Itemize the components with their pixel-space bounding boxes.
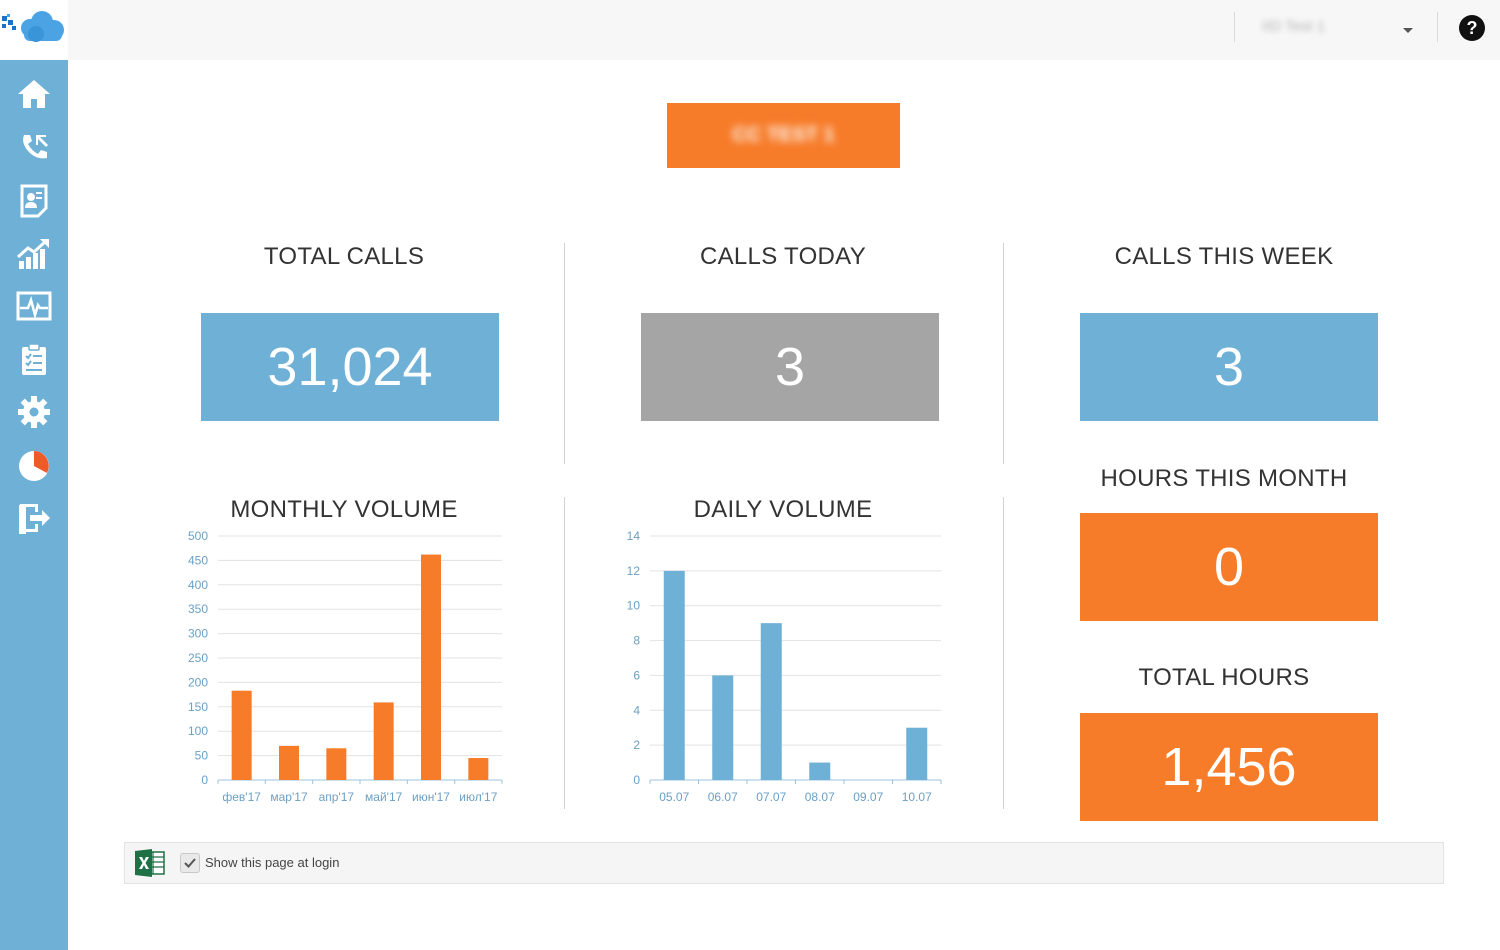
calls-today-value: 3 xyxy=(641,313,939,421)
monthly-volume-title: MONTHLY VOLUME xyxy=(230,496,458,523)
y-tick-label: 4 xyxy=(633,703,640,717)
x-tick-label: июл'17 xyxy=(459,790,497,804)
excel-export-icon[interactable] xyxy=(135,849,165,877)
y-tick-label: 50 xyxy=(195,749,209,763)
user-divider-left xyxy=(1234,12,1235,42)
x-tick-label: 10.07 xyxy=(902,790,932,804)
x-tick-label: 07.07 xyxy=(756,790,786,804)
sidebar-item-statistics[interactable] xyxy=(13,232,55,274)
top-bar: IID Test 1 ? xyxy=(0,0,1500,60)
y-tick-label: 500 xyxy=(188,529,208,543)
daily-volume-title: DAILY VOLUME xyxy=(693,496,873,523)
client-name-banner[interactable]: CC TEST 1 xyxy=(667,103,900,168)
bar[interactable] xyxy=(326,748,347,780)
bar[interactable] xyxy=(279,745,299,780)
y-tick-label: 250 xyxy=(188,651,208,665)
x-tick-label: 09.07 xyxy=(853,790,883,804)
y-tick-label: 0 xyxy=(201,773,208,787)
y-tick-label: 6 xyxy=(633,668,640,682)
y-tick-label: 350 xyxy=(188,602,208,616)
x-tick-label: 08.07 xyxy=(805,790,835,804)
bar[interactable] xyxy=(373,702,394,780)
growth-chart-icon xyxy=(16,239,49,269)
sidebar-item-contacts[interactable] xyxy=(13,179,55,221)
divider xyxy=(564,497,565,809)
total-calls-value: 31,024 xyxy=(201,313,499,421)
cloud-logo-icon xyxy=(2,11,64,42)
bar[interactable] xyxy=(421,554,441,780)
total-hours-value: 1,456 xyxy=(1080,713,1378,821)
bar[interactable] xyxy=(760,623,782,780)
logo[interactable] xyxy=(0,0,68,60)
divider xyxy=(564,243,565,464)
home-icon xyxy=(18,80,50,108)
x-tick-label: апр'17 xyxy=(319,790,355,804)
app-root: IID Test 1 ? CC TEST 1 TOTAL CALLS 31,02… xyxy=(0,0,1500,950)
bar[interactable] xyxy=(468,758,489,780)
contact-card-icon xyxy=(20,184,48,218)
phone-icon xyxy=(23,135,48,159)
checkmark-icon xyxy=(184,858,196,868)
y-tick-label: 14 xyxy=(627,529,641,543)
gear-icon xyxy=(18,396,50,428)
monthly-volume-chart: 0 50 100 150 200 250 300 350 400 450 500 фев'17 мар'… xyxy=(188,529,503,804)
help-icon[interactable]: ? xyxy=(1459,15,1485,41)
divider xyxy=(1003,497,1004,809)
bar[interactable] xyxy=(906,727,928,780)
sidebar xyxy=(0,60,68,950)
y-tick-label: 400 xyxy=(188,578,208,592)
sidebar-item-logout[interactable] xyxy=(13,497,55,539)
calls-today-label: CALLS TODAY xyxy=(699,243,867,270)
y-tick-label: 150 xyxy=(188,700,208,714)
pie-chart-icon xyxy=(19,451,49,481)
hours-this-month-label: HOURS THIS MONTH xyxy=(1100,465,1348,492)
sidebar-item-calls[interactable] xyxy=(13,126,55,168)
x-tick-label: фев'17 xyxy=(222,790,261,804)
y-tick-label: 0 xyxy=(633,773,640,787)
y-tick-label: 10 xyxy=(627,599,641,613)
pulse-icon xyxy=(16,291,52,321)
clipboard-icon xyxy=(22,343,46,375)
bar[interactable] xyxy=(712,675,734,780)
y-tick-label: 2 xyxy=(633,738,640,752)
y-tick-label: 200 xyxy=(188,675,208,689)
y-tick-label: 100 xyxy=(188,724,208,738)
bar[interactable] xyxy=(231,690,252,780)
user-name[interactable]: IID Test 1 xyxy=(1262,18,1382,35)
x-tick-label: июн'17 xyxy=(412,790,450,804)
x-tick-label: мар'17 xyxy=(270,790,308,804)
hours-this-month-value: 0 xyxy=(1080,513,1378,621)
client-name: CC TEST 1 xyxy=(732,124,835,146)
sidebar-item-monitor[interactable] xyxy=(13,285,55,327)
show-at-login-label[interactable]: Show this page at login xyxy=(205,855,339,870)
calls-this-week-label: CALLS THIS WEEK xyxy=(1114,243,1334,270)
total-hours-label: TOTAL HOURS xyxy=(1138,664,1310,691)
sidebar-item-settings[interactable] xyxy=(13,391,55,433)
y-tick-label: 450 xyxy=(188,553,208,567)
sidebar-item-tasks[interactable] xyxy=(13,338,55,380)
calls-this-week-value: 3 xyxy=(1080,313,1378,421)
bar[interactable] xyxy=(809,762,831,780)
logout-icon xyxy=(19,504,50,534)
x-tick-label: май'17 xyxy=(365,790,403,804)
y-tick-label: 8 xyxy=(633,634,640,648)
footer-bar: Show this page at login xyxy=(124,842,1444,884)
chevron-down-icon[interactable] xyxy=(1400,22,1416,38)
total-calls-label: TOTAL CALLS xyxy=(263,243,425,270)
sidebar-item-home[interactable] xyxy=(13,73,55,115)
sidebar-item-reports[interactable] xyxy=(13,444,55,486)
y-tick-label: 12 xyxy=(627,564,641,578)
show-at-login-checkbox[interactable] xyxy=(180,853,200,873)
divider xyxy=(1003,243,1004,464)
daily-volume-chart: 0 2 4 6 8 10 12 14 05.07 06.07 07.07 08.07 09.07 10.0… xyxy=(627,529,942,804)
y-tick-label: 300 xyxy=(188,627,208,641)
bar[interactable] xyxy=(663,570,685,780)
user-divider-right xyxy=(1437,12,1438,42)
x-tick-label: 06.07 xyxy=(708,790,738,804)
x-tick-label: 05.07 xyxy=(659,790,689,804)
